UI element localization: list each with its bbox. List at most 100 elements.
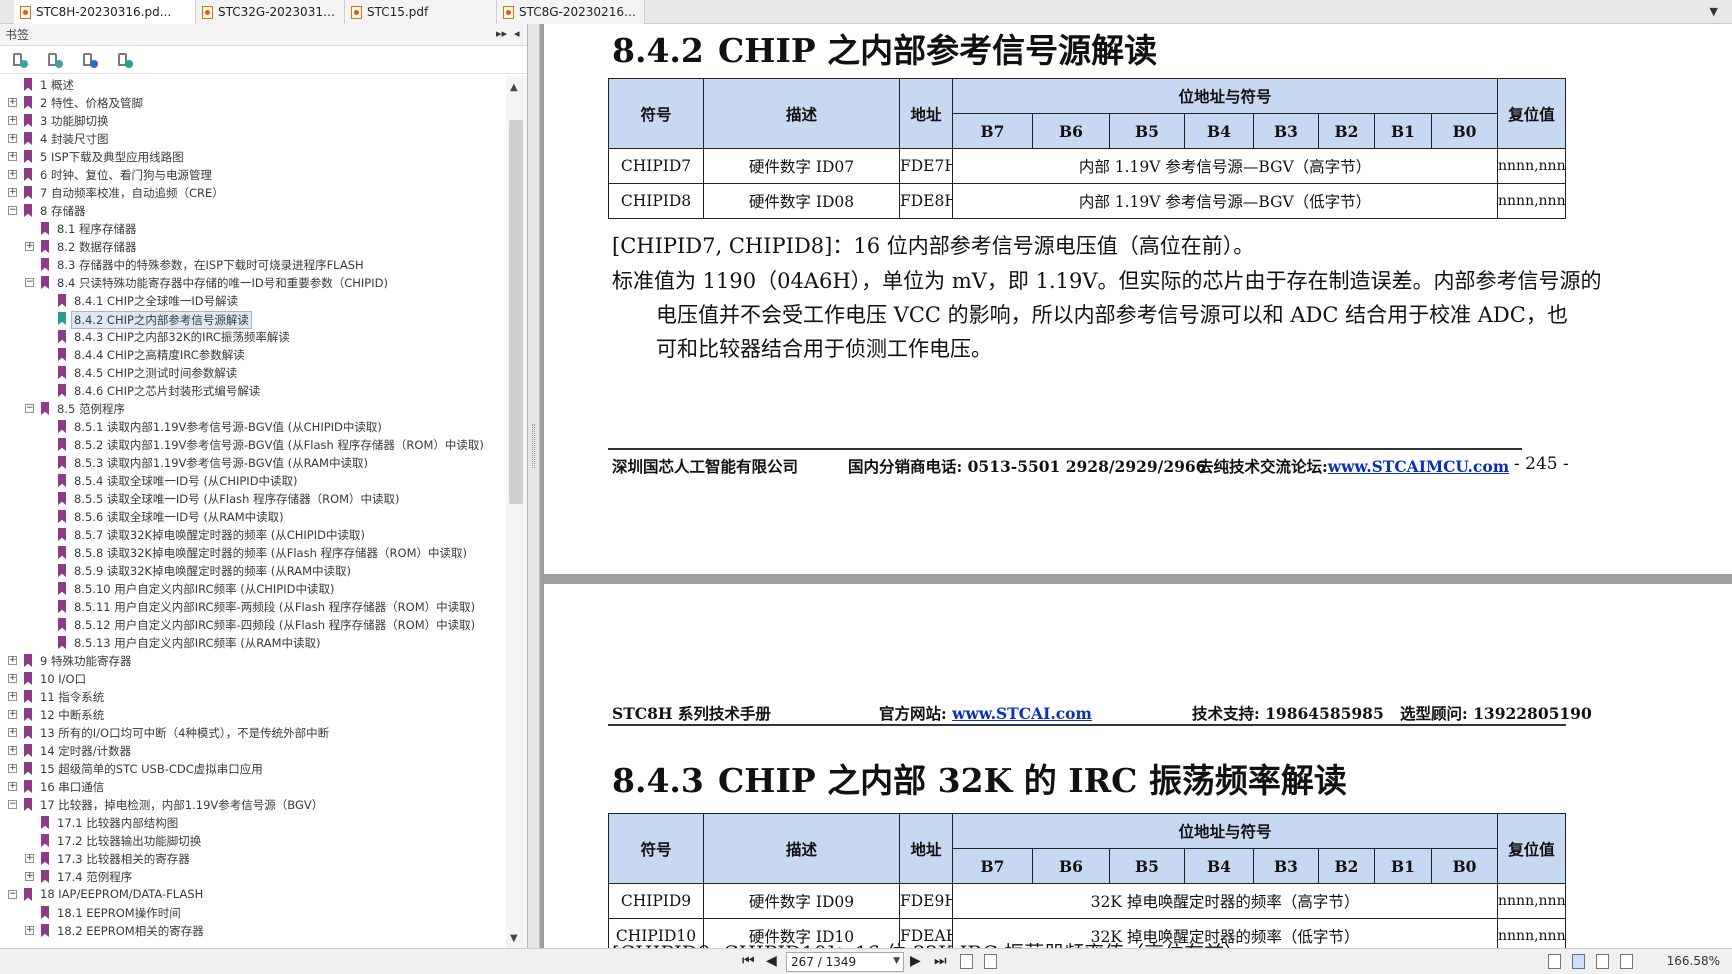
- bookmark-row[interactable]: +14 定时器/计数器: [0, 742, 506, 760]
- expand-plus-icon[interactable]: +: [8, 152, 17, 161]
- scrollbar-thumb[interactable]: [509, 120, 523, 504]
- expand-plus-icon[interactable]: +: [8, 98, 17, 107]
- page-dropdown-chevron-down-icon[interactable]: ▼: [893, 956, 900, 966]
- bookmark-row[interactable]: +17.4 范例程序: [0, 868, 506, 886]
- bookmark-row[interactable]: 8.4.1 CHIP之全球唯一ID号解读: [0, 292, 506, 310]
- bookmarks-scrollbar[interactable]: ▲ ▼: [506, 76, 527, 948]
- bookmark-row[interactable]: − 8.5 范例程序: [0, 400, 506, 418]
- bookmark-row[interactable]: 1 概述: [0, 76, 506, 94]
- bookmark-row[interactable]: +5 ISP下载及典型应用线路图: [0, 148, 506, 166]
- bookmark-row[interactable]: 17.2 比较器输出功能脚切换: [0, 832, 506, 850]
- bookmark-row[interactable]: 8.5.13 用户自定义内部IRC频率 (从RAM中读取): [0, 634, 506, 652]
- expand-plus-icon[interactable]: +: [8, 170, 17, 179]
- scroll-up-icon[interactable]: ▲: [510, 82, 518, 93]
- fit-width-icon[interactable]: [984, 954, 997, 969]
- collapse-minus-icon[interactable]: −: [25, 278, 34, 287]
- bookmark-row[interactable]: +7 自动频率校准，自动追频（CRE）: [0, 184, 506, 202]
- bookmark-row[interactable]: 8.5.4 读取全球唯一ID号 (从CHIPID中读取): [0, 472, 506, 490]
- add-bookmark-icon[interactable]: [80, 51, 98, 69]
- bookmark-row[interactable]: +12 中断系统: [0, 706, 506, 724]
- collapse-minus-icon[interactable]: −: [8, 800, 17, 809]
- scroll-down-icon[interactable]: ▼: [510, 933, 518, 944]
- bookmark-row[interactable]: 8.3 存储器中的特殊参数，在ISP下载时可烧录进程序FLASH: [0, 256, 506, 274]
- zoom-level[interactable]: 166.58%: [1667, 954, 1720, 968]
- expand-plus-icon[interactable]: +: [8, 728, 17, 737]
- bookmark-row[interactable]: − 17 比较器，掉电检测，内部1.19V参考信号源（BGV）: [0, 796, 506, 814]
- collapse-bookmark-icon[interactable]: [45, 51, 63, 69]
- bookmark-row[interactable]: 8.5.5 读取全球唯一ID号 (从Flash 程序存储器（ROM）中读取): [0, 490, 506, 508]
- tab-stc15[interactable]: STC15.pdf: [345, 0, 497, 24]
- collapse-minus-icon[interactable]: −: [8, 206, 17, 215]
- expand-plus-icon[interactable]: +: [8, 674, 17, 683]
- forum-link[interactable]: www.STCAIMCU.com: [1328, 457, 1509, 476]
- bookmark-row[interactable]: 8.5.6 读取全球唯一ID号 (从RAM中读取): [0, 508, 506, 526]
- expand-plus-icon[interactable]: +: [25, 872, 34, 881]
- bookmark-row[interactable]: +4 封装尺寸图: [0, 130, 506, 148]
- bookmark-row[interactable]: +11 指令系统: [0, 688, 506, 706]
- expand-bookmark-icon[interactable]: [10, 51, 28, 69]
- bookmark-row[interactable]: 8.4.3 CHIP之内部32K的IRC振荡频率解读: [0, 328, 506, 346]
- last-page-icon[interactable]: ⏭: [934, 953, 947, 969]
- bookmark-row[interactable]: 17.1 比较器内部结构图: [0, 814, 506, 832]
- bookmark-row[interactable]: − 8.4 只读特殊功能寄存器中存储的唯一ID号和重要参数（CHIPID): [0, 274, 506, 292]
- facing-view-icon[interactable]: [1596, 954, 1609, 969]
- bookmark-row[interactable]: 8.5.11 用户自定义内部IRC频率-两频段 (从Flash 程序存储器（RO…: [0, 598, 506, 616]
- bookmark-row[interactable]: 18.1 EEPROM操作时间: [0, 904, 506, 922]
- continuous-view-icon[interactable]: [1572, 954, 1585, 969]
- bookmark-row[interactable]: +9 特殊功能寄存器: [0, 652, 506, 670]
- page-number-input[interactable]: 267 / 1349 ▼: [786, 952, 904, 972]
- bookmark-row[interactable]: +15 超级简单的STC USB-CDC虚拟串口应用: [0, 760, 506, 778]
- bookmark-row[interactable]: 8.5.2 读取内部1.19V参考信号源-BGV值 (从Flash 程序存储器（…: [0, 436, 506, 454]
- expand-plus-icon[interactable]: +: [8, 710, 17, 719]
- bookmark-row[interactable]: 8.4.5 CHIP之测试时间参数解读: [0, 364, 506, 382]
- site-link[interactable]: www.STCAI.com: [952, 704, 1092, 723]
- splitter-grip[interactable]: [532, 424, 535, 468]
- bookmark-row[interactable]: +17.3 比较器相关的寄存器: [0, 850, 506, 868]
- expand-plus-icon[interactable]: +: [25, 854, 34, 863]
- document-viewer[interactable]: 8.4.2 CHIP 之内部参考信号源解读 符号 描述 地址 位地址与符号 复位值 B7 B6…: [540, 24, 1732, 948]
- tab-stc8h[interactable]: STC8H-20230316.pd...: [14, 0, 196, 24]
- expand-plus-icon[interactable]: +: [25, 926, 34, 935]
- bookmark-row[interactable]: 8.1 程序存储器: [0, 220, 506, 238]
- expand-plus-icon[interactable]: +: [8, 134, 17, 143]
- bookmark-row[interactable]: 8.5.9 读取32K掉电唤醒定时器的频率 (从RAM中读取): [0, 562, 506, 580]
- collapse-panel-icon[interactable]: ▸▸: [496, 27, 507, 40]
- bookmark-row[interactable]: +10 I/O口: [0, 670, 506, 688]
- expand-plus-icon[interactable]: +: [25, 242, 34, 251]
- expand-plus-icon[interactable]: +: [8, 656, 17, 665]
- expand-plus-icon[interactable]: +: [8, 746, 17, 755]
- collapse-minus-icon[interactable]: −: [8, 890, 17, 899]
- bookmark-row[interactable]: 8.5.7 读取32K掉电唤醒定时器的频率 (从CHIPID中读取): [0, 526, 506, 544]
- expand-plus-icon[interactable]: +: [8, 188, 17, 197]
- bookmark-row[interactable]: 8.5.3 读取内部1.19V参考信号源-BGV值 (从RAM中读取): [0, 454, 506, 472]
- bookmark-row[interactable]: 8.5.10 用户自定义内部IRC频率 (从CHIPID中读取): [0, 580, 506, 598]
- next-page-icon[interactable]: ▶: [910, 953, 921, 969]
- bookmark-row[interactable]: 8.4.2 CHIP之内部参考信号源解读: [0, 310, 506, 329]
- expand-plus-icon[interactable]: +: [8, 764, 17, 773]
- find-bookmark-icon[interactable]: [115, 51, 133, 69]
- bookmark-row[interactable]: +2 特性、价格及管脚: [0, 94, 506, 112]
- prev-page-icon[interactable]: ◀: [766, 953, 777, 969]
- bookmark-row[interactable]: +18.2 EEPROM相关的寄存器: [0, 922, 506, 940]
- bookmark-row[interactable]: 8.5.8 读取32K掉电唤醒定时器的频率 (从Flash 程序存储器（ROM）…: [0, 544, 506, 562]
- single-page-view-icon[interactable]: [1548, 954, 1561, 969]
- expand-plus-icon[interactable]: +: [8, 782, 17, 791]
- fit-page-icon[interactable]: [960, 954, 973, 969]
- tab-list-chevron-down-icon[interactable]: ▼: [1710, 5, 1718, 18]
- bookmark-row[interactable]: +8.2 数据存储器: [0, 238, 506, 256]
- collapse-minus-icon[interactable]: −: [25, 404, 34, 413]
- bookmark-row[interactable]: +16 串口通信: [0, 778, 506, 796]
- bookmark-row[interactable]: +3 功能脚切换: [0, 112, 506, 130]
- tab-stc32g[interactable]: STC32G-20230317....: [196, 0, 345, 24]
- tab-stc8g[interactable]: STC8G-20230216.p...: [497, 0, 645, 24]
- bookmark-row[interactable]: 8.4.6 CHIP之芯片封装形式编号解读: [0, 382, 506, 400]
- panel-splitter[interactable]: [528, 24, 540, 948]
- bookmark-row[interactable]: − 8 存储器: [0, 202, 506, 220]
- bookmark-row[interactable]: +13 所有的I/O口均可中断（4种模式），不是传统外部中断: [0, 724, 506, 742]
- close-panel-icon[interactable]: ◂: [514, 27, 520, 40]
- bookmark-row[interactable]: 8.4.4 CHIP之高精度IRC参数解读: [0, 346, 506, 364]
- book-view-icon[interactable]: [1620, 954, 1633, 969]
- bookmark-row[interactable]: 8.5.1 读取内部1.19V参考信号源-BGV值 (从CHIPID中读取): [0, 418, 506, 436]
- bookmark-row[interactable]: − 18 IAP/EEPROM/DATA-FLASH: [0, 886, 506, 904]
- first-page-icon[interactable]: ⏮: [742, 953, 755, 969]
